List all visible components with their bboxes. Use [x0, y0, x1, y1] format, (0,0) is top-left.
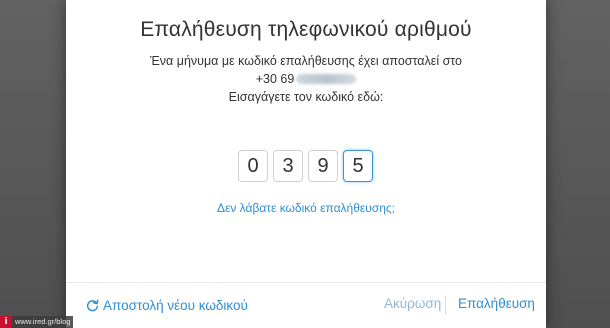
code-digit-3[interactable]: 9 [308, 150, 338, 182]
site-watermark: i www.ired.gr/blog [0, 316, 74, 328]
message-line-enter-code: Εισαγάγετε τον κωδικό εδώ: [228, 90, 384, 104]
code-digit-2[interactable]: 3 [273, 150, 303, 182]
phone-number-line: +30 69 [66, 72, 546, 86]
blurred-phone-digits [296, 74, 357, 84]
cancel-button[interactable]: Ακύρωση [384, 296, 441, 311]
refresh-icon [86, 299, 99, 312]
no-code-received-link[interactable]: Δεν λάβατε κωδικό επαλήθευσης; [66, 201, 546, 215]
footer-divider [66, 282, 546, 283]
dialog-title: Επαλήθευση τηλεφωνικού αριθμού [140, 18, 472, 41]
footer-button-separator [445, 296, 446, 314]
watermark-url: www.ired.gr/blog [12, 316, 74, 328]
code-digit-4[interactable]: 5 [343, 150, 373, 182]
phone-prefix: +30 69 [255, 72, 295, 86]
ired-logo: i [0, 316, 12, 328]
code-input-group: 0 3 9 5 [236, 150, 376, 184]
resend-code-label: Αποστολή νέου κωδικού [103, 297, 248, 313]
code-digit-1[interactable]: 0 [238, 150, 268, 182]
verification-dialog: Επαλήθευση τηλεφωνικού αριθμού Ένα μήνυμ… [66, 0, 546, 328]
verify-button[interactable]: Επαλήθευση [458, 296, 535, 311]
message-line-sent: Ένα μήνυμα με κωδικό επαλήθευσης έχει απ… [149, 54, 462, 68]
resend-code-button[interactable]: Αποστολή νέου κωδικού [86, 296, 248, 314]
